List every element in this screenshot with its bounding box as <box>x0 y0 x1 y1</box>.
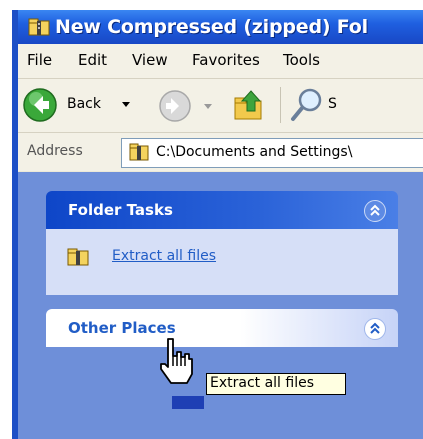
back-label: Back <box>67 96 101 112</box>
search-icon <box>290 87 324 127</box>
folder-tasks-body: Extract all files <box>46 229 398 295</box>
extract-all-files-label: Extract all files <box>112 248 217 264</box>
folder-tasks-header[interactable]: Folder Tasks <box>46 191 398 229</box>
folder-up-icon[interactable] <box>231 87 267 127</box>
address-bar: Address C:\Documents and Settings\ <box>18 133 423 171</box>
other-places-title: Other Places <box>68 319 176 337</box>
address-field[interactable]: C:\Documents and Settings\ <box>121 138 423 168</box>
search-button[interactable]: S <box>290 87 423 123</box>
title-bar[interactable]: New Compressed (zipped) Fol <box>18 10 423 44</box>
toolbar-separator <box>280 87 281 123</box>
extract-all-files-link[interactable]: Extract all files <box>67 247 267 269</box>
menu-view[interactable]: View <box>132 51 168 69</box>
forward-dropdown-icon[interactable] <box>204 104 212 109</box>
zip-folder-icon <box>67 248 89 270</box>
back-arrow-icon <box>22 87 58 127</box>
menu-bar: File Edit View Favorites Tools <box>18 44 423 79</box>
menu-tools[interactable]: Tools <box>283 51 320 69</box>
back-button[interactable]: Back <box>22 87 142 123</box>
folder-tasks-title: Folder Tasks <box>68 201 173 219</box>
task-pane: Folder Tasks Extract all files Other Pla… <box>18 172 423 439</box>
menu-favorites[interactable]: Favorites <box>192 51 260 69</box>
tooltip-text: Extract all files <box>210 375 315 391</box>
search-label: S <box>328 96 337 112</box>
collapse-chevron-icon[interactable] <box>364 318 386 340</box>
menu-file[interactable]: File <box>27 51 52 69</box>
forward-arrow-icon <box>158 89 192 127</box>
other-places-header[interactable]: Other Places <box>46 309 398 347</box>
address-label: Address <box>27 143 83 159</box>
address-zip-icon <box>129 143 149 165</box>
standard-toolbar: Back S <box>18 79 423 133</box>
folder-tasks-section: Folder Tasks Extract all files <box>46 191 398 295</box>
menu-edit[interactable]: Edit <box>78 51 107 69</box>
forward-button[interactable] <box>158 89 214 123</box>
collapse-chevron-icon[interactable] <box>364 200 386 222</box>
drag-indicator <box>172 396 204 409</box>
explorer-window: New Compressed (zipped) Fol File Edit Vi… <box>0 0 423 439</box>
zip-folder-icon <box>28 18 50 40</box>
tooltip: Extract all files <box>206 373 346 395</box>
window-title: New Compressed (zipped) Fol <box>55 16 368 38</box>
address-path: C:\Documents and Settings\ <box>156 144 353 160</box>
hand-cursor-icon <box>154 336 200 392</box>
back-dropdown-icon[interactable] <box>122 102 130 107</box>
